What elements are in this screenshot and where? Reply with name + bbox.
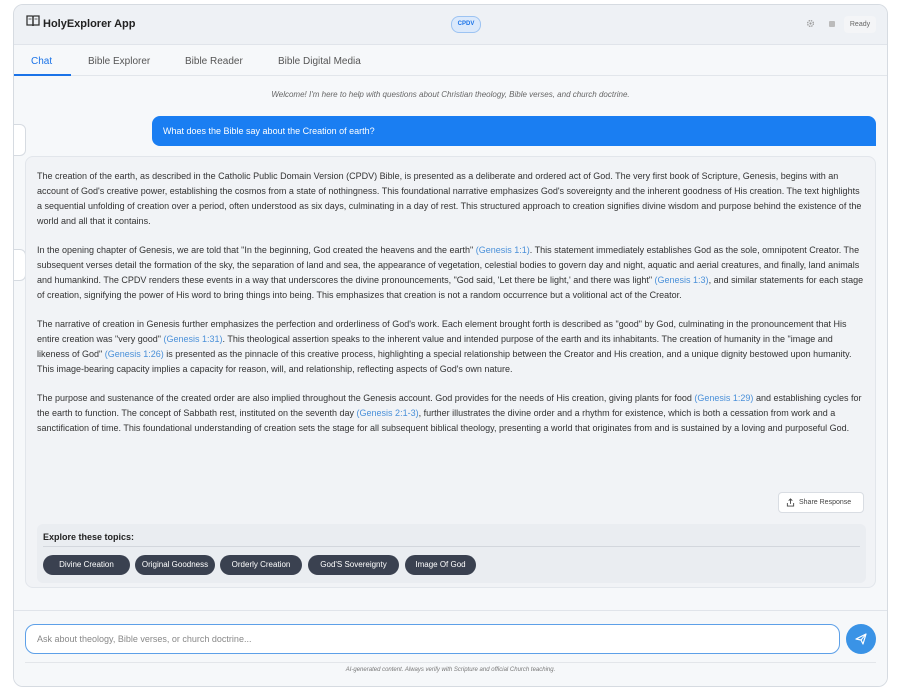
version-badge[interactable]: CPDV xyxy=(451,16,481,33)
verse-reference-link[interactable]: (Genesis 1:1) xyxy=(476,245,530,255)
stop-icon[interactable] xyxy=(829,21,835,27)
status-badge: Ready xyxy=(844,16,876,33)
topic-chip[interactable]: Divine Creation xyxy=(43,555,130,575)
title-bar: HolyExplorer App CPDV Ready xyxy=(14,5,887,45)
app-title: HolyExplorer App xyxy=(43,18,136,30)
tab-bible-digital-media[interactable]: Bible Digital Media xyxy=(278,56,361,67)
share-response-button[interactable]: Share Response xyxy=(778,492,864,513)
tab-chat[interactable]: Chat xyxy=(31,56,52,67)
response-text: In the opening chapter of Genesis, we ar… xyxy=(37,245,476,255)
verse-reference-link[interactable]: (Genesis 1:26) xyxy=(105,349,164,359)
verse-reference-link[interactable]: (Genesis 1:31) xyxy=(163,334,222,344)
response-text: The creation of the earth, as described … xyxy=(37,171,862,226)
response-paragraph: The purpose and sustenance of the create… xyxy=(37,391,866,436)
book-icon xyxy=(26,15,40,27)
topic-chip[interactable]: God'S Sovereignty xyxy=(308,555,399,575)
welcome-message: Welcome! I'm here to help with questions… xyxy=(271,90,630,99)
tab-bar: Chat Bible Explorer Bible Reader Bible D… xyxy=(14,45,887,76)
assistant-response-text: The creation of the earth, as described … xyxy=(37,169,866,450)
topic-chip[interactable]: Image Of God xyxy=(405,555,476,575)
verse-reference-link[interactable]: (Genesis 1:3) xyxy=(655,275,709,285)
disclaimer: AI-generated content. Always verify with… xyxy=(345,667,556,673)
share-icon xyxy=(786,498,795,507)
tab-bible-explorer[interactable]: Bible Explorer xyxy=(88,56,150,67)
response-paragraph: The creation of the earth, as described … xyxy=(37,169,866,229)
send-icon xyxy=(855,633,867,645)
response-paragraph: The narrative of creation in Genesis fur… xyxy=(37,317,866,377)
app-window: HolyExplorer App CPDV Ready Chat Bible E… xyxy=(13,4,888,687)
tab-bible-reader[interactable]: Bible Reader xyxy=(185,56,243,67)
side-handle[interactable] xyxy=(14,124,26,156)
divider xyxy=(43,546,860,547)
topic-chip[interactable]: Orderly Creation xyxy=(220,555,302,575)
response-paragraph: In the opening chapter of Genesis, we ar… xyxy=(37,243,866,303)
assistant-message: The creation of the earth, as described … xyxy=(25,156,876,588)
user-message-bubble: What does the Bible say about the Creati… xyxy=(152,116,876,146)
gear-icon[interactable] xyxy=(806,19,815,28)
active-tab-indicator xyxy=(14,74,71,76)
topic-chip[interactable]: Original Goodness xyxy=(135,555,215,575)
topics-title: Explore these topics: xyxy=(43,532,135,542)
share-response-label: Share Response xyxy=(799,499,852,506)
response-text: The purpose and sustenance of the create… xyxy=(37,393,695,403)
chat-input[interactable] xyxy=(25,624,840,654)
topics-panel: Explore these topics: Divine Creation Or… xyxy=(37,524,866,583)
composer: AI-generated content. Always verify with… xyxy=(14,610,887,686)
send-button[interactable] xyxy=(846,624,876,654)
verse-reference-link[interactable]: (Genesis 2:1-3) xyxy=(357,408,419,418)
verse-reference-link[interactable]: (Genesis 1:29) xyxy=(694,393,753,403)
divider xyxy=(25,662,876,663)
